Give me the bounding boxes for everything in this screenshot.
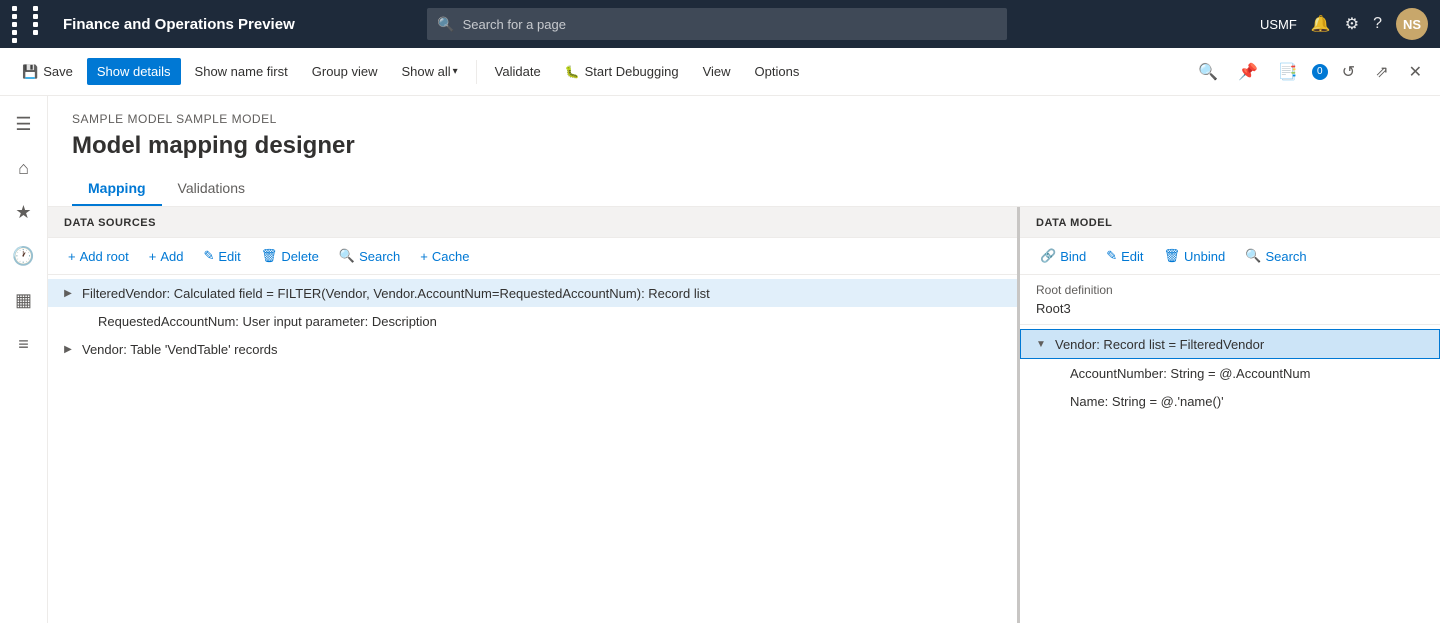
ds-search-button[interactable]: 🔍 Search [331,244,408,268]
delete-button[interactable]: 🗑 Delete [253,244,327,268]
cache-icon: + [420,249,428,264]
cache-button[interactable]: + Cache [412,245,477,268]
data-sources-toolbar: + Add root + Add ✎ Edit 🗑 Delete [48,238,1017,275]
refresh-icon[interactable]: ↺ [1336,58,1361,86]
view-button[interactable]: View [693,58,741,85]
dm-item-vendor-record[interactable]: ▼ Vendor: Record list = FilteredVendor [1020,329,1440,359]
notification-badge: 0 [1312,64,1328,80]
plus-icon: + [68,249,76,264]
global-search-input[interactable] [463,17,998,32]
dm-edit-button[interactable]: ✎ Edit [1098,244,1151,268]
show-all-button[interactable]: Show all ▾ [392,58,468,85]
edit-icon: ✎ [203,248,214,264]
breadcrumb: SAMPLE MODEL SAMPLE MODEL [72,112,1416,126]
top-nav: Finance and Operations Preview 🔍 USMF 🔔 … [0,0,1440,48]
notifications-icon[interactable]: 🔔 [1311,14,1331,34]
page-layout: ☰ ⌂ ★ 🕐 ▦ ≡ SAMPLE MODEL SAMPLE MODEL Mo… [0,96,1440,623]
chevron-down-icon: ▾ [453,66,458,77]
save-button[interactable]: 💾 Save [12,58,83,86]
start-debugging-button[interactable]: 🐛 Start Debugging [555,58,689,85]
app-grid-button[interactable] [12,6,51,43]
data-model-tree: ▼ Vendor: Record list = FilteredVendor ▶… [1020,325,1440,623]
sidebar-item-menu[interactable]: ☰ [4,104,44,144]
left-sidebar: ☰ ⌂ ★ 🕐 ▦ ≡ [0,96,48,623]
show-name-first-button[interactable]: Show name first [185,58,298,85]
user-avatar[interactable]: NS [1396,8,1428,40]
pin-icon[interactable]: 📌 [1232,58,1264,86]
main-toolbar: 💾 Save Show details Show name first Grou… [0,48,1440,96]
open-new-window-icon[interactable]: ⇗ [1369,58,1394,86]
validate-button[interactable]: Validate [485,58,551,85]
main-content: SAMPLE MODEL SAMPLE MODEL Model mapping … [48,96,1440,623]
page-header: SAMPLE MODEL SAMPLE MODEL Model mapping … [48,96,1440,207]
debug-icon: 🐛 [565,65,580,79]
bookmark-icon[interactable]: 📑 [1272,58,1304,86]
sidebar-item-home[interactable]: ⌂ [4,148,44,188]
page-title: Model mapping designer [72,132,1416,160]
data-sources-header: DATA SOURCES [48,207,1017,238]
show-details-button[interactable]: Show details [87,58,181,85]
options-button[interactable]: Options [745,58,810,85]
tab-mapping[interactable]: Mapping [72,172,162,206]
add-root-button[interactable]: + Add root [60,245,137,268]
dm-edit-icon: ✎ [1106,248,1117,264]
sidebar-item-workspaces[interactable]: ▦ [4,280,44,320]
designer-area: DATA SOURCES + Add root + Add ✎ Edit [48,207,1440,623]
global-search-bar[interactable]: 🔍 [427,8,1007,40]
tab-validations[interactable]: Validations [162,172,261,206]
tree-item-requested-account[interactable]: ▶ RequestedAccountNum: User input parame… [48,307,1017,335]
tree-item-filtered-vendor[interactable]: ▶ FilteredVendor: Calculated field = FIL… [48,279,1017,307]
tree-item-vendor-table[interactable]: ▶ Vendor: Table 'VendTable' records [48,335,1017,363]
expand-filtered-vendor[interactable]: ▶ [60,285,76,301]
data-sources-tree: ▶ FilteredVendor: Calculated field = FIL… [48,275,1017,623]
add-button[interactable]: + Add [141,245,192,268]
search-icon: 🔍 [437,16,454,33]
delete-icon: 🗑 [261,248,278,264]
data-model-panel: DATA MODEL 🔗 Bind ✎ Edit 🗑 Unbind [1020,207,1440,623]
dm-search-button[interactable]: 🔍 Search [1237,244,1314,268]
search-toolbar-icon[interactable]: 🔍 [1192,58,1224,86]
plus-icon-2: + [149,249,157,264]
page-tabs: Mapping Validations [72,172,1416,206]
edit-button[interactable]: ✎ Edit [195,244,248,268]
dm-expand-vendor[interactable]: ▼ [1033,336,1049,352]
sidebar-item-favorites[interactable]: ★ [4,192,44,232]
vendor-record-label: Vendor: Record list = FilteredVendor [1055,337,1264,352]
dm-item-account-number[interactable]: ▶ AccountNumber: String = @.AccountNum [1020,359,1440,387]
dm-search-icon: 🔍 [1245,248,1261,264]
settings-icon[interactable]: ⚙ [1345,14,1359,34]
close-icon[interactable]: ✕ [1403,58,1428,86]
save-icon: 💾 [22,64,38,80]
root-definition-area: Root definition Root3 [1020,275,1440,325]
vendor-table-label: Vendor: Table 'VendTable' records [82,342,278,357]
search-icon-2: 🔍 [339,248,355,264]
sidebar-item-modules[interactable]: ≡ [4,324,44,364]
data-sources-panel: DATA SOURCES + Add root + Add ✎ Edit [48,207,1020,623]
unbind-icon: 🗑 [1164,248,1181,264]
dm-item-name[interactable]: ▶ Name: String = @.'name()' [1020,387,1440,415]
data-model-header: DATA MODEL [1020,207,1440,238]
data-model-toolbar: 🔗 Bind ✎ Edit 🗑 Unbind 🔍 Search [1020,238,1440,275]
toolbar-divider-1 [476,60,477,84]
toolbar-right: 🔍 📌 📑 0 ↺ ⇗ ✕ [1192,58,1428,86]
group-view-button[interactable]: Group view [302,58,388,85]
nav-right: USMF 🔔 ⚙ ? NS [1260,8,1428,40]
unbind-button[interactable]: 🗑 Unbind [1156,244,1234,268]
bind-button[interactable]: 🔗 Bind [1032,244,1094,268]
bind-icon: 🔗 [1040,248,1056,264]
name-label: Name: String = @.'name()' [1070,394,1224,409]
requested-account-label: RequestedAccountNum: User input paramete… [98,314,437,329]
help-icon[interactable]: ? [1373,15,1382,33]
company-label: USMF [1260,17,1297,32]
expand-vendor-table[interactable]: ▶ [60,341,76,357]
root-definition-value: Root3 [1036,301,1424,316]
filtered-vendor-label: FilteredVendor: Calculated field = FILTE… [82,286,710,301]
sidebar-item-recent[interactable]: 🕐 [4,236,44,276]
app-title: Finance and Operations Preview [63,16,295,33]
root-definition-label: Root definition [1036,283,1424,297]
account-number-label: AccountNumber: String = @.AccountNum [1070,366,1310,381]
